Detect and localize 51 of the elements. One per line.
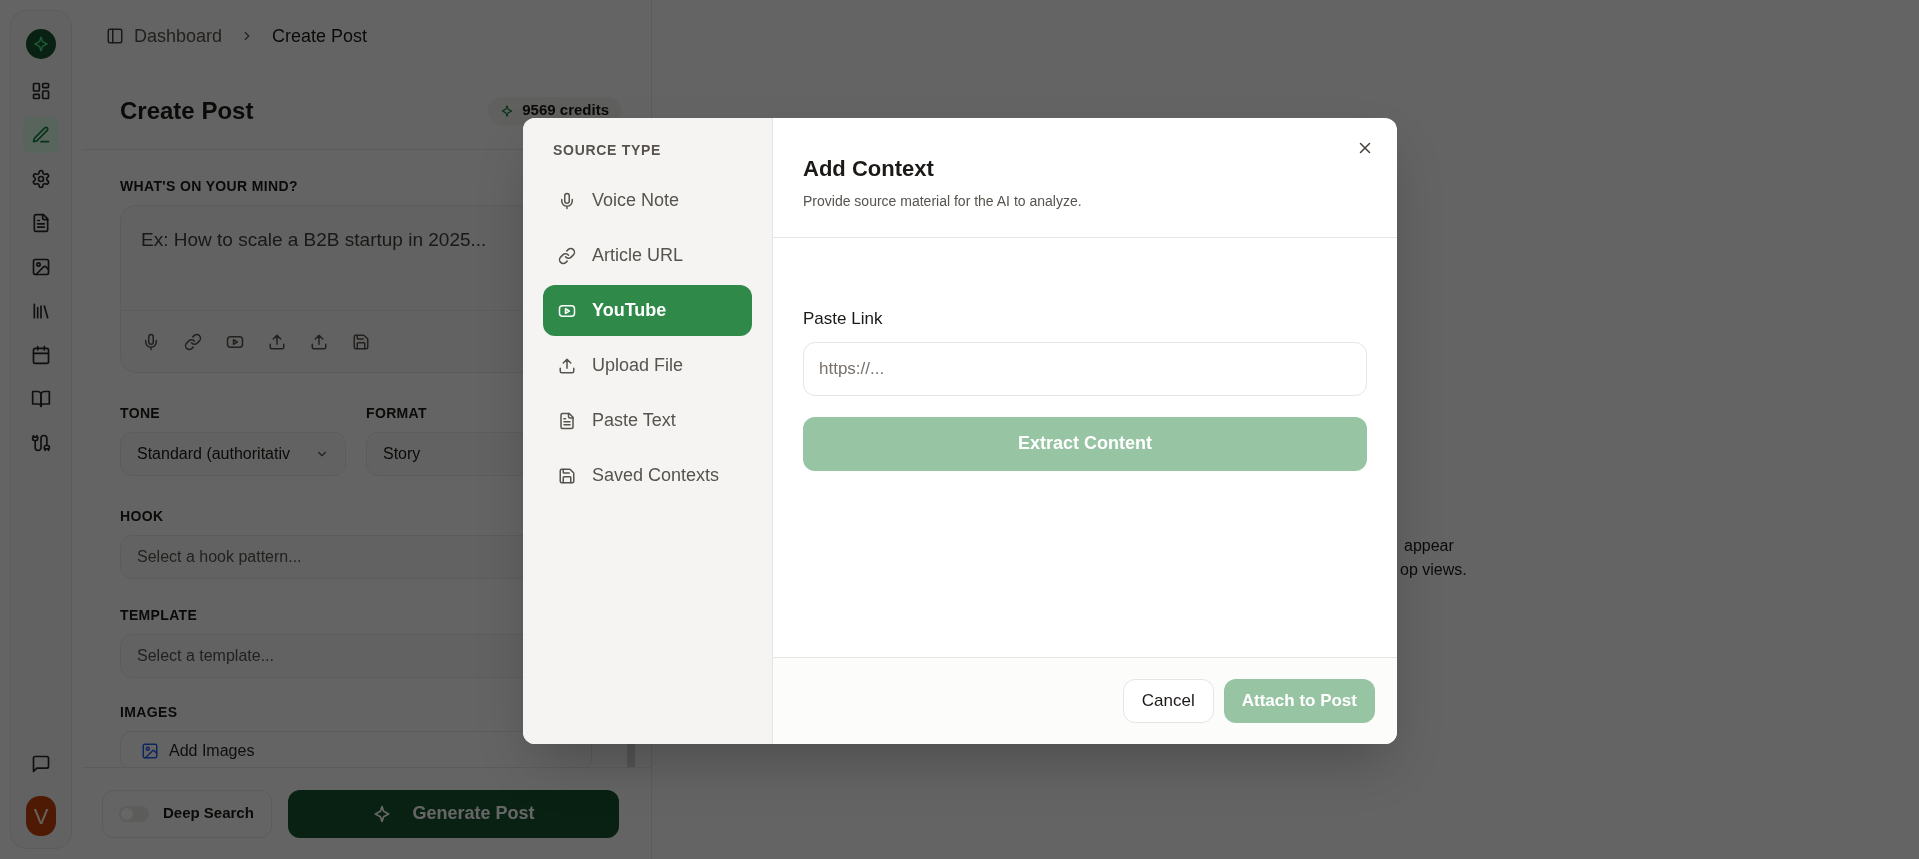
- field-label: TONE: [120, 404, 161, 423]
- field-label: Paste Link: [803, 308, 884, 330]
- save-icon: [558, 466, 576, 485]
- panel-title: Create Post: [120, 95, 254, 126]
- link-input[interactable]: https://...: [803, 341, 1367, 396]
- attach-to-post-button[interactable]: Attach to Post: [1223, 679, 1375, 723]
- field-label: WHAT'S ON YOUR MIND?: [120, 177, 298, 196]
- source-type-heading: SOURCE TYPE: [552, 141, 663, 160]
- credits-text: 9569 credits: [522, 100, 609, 121]
- book-icon: [31, 389, 51, 409]
- upload-icon: [310, 332, 328, 351]
- breadcrumb-current: Create Post: [272, 24, 368, 48]
- chat-icon: [31, 754, 51, 774]
- field-label: FORMAT: [366, 404, 427, 423]
- tone-select[interactable]: Standard (authoritativ: [120, 432, 346, 476]
- calendar-icon: [31, 345, 51, 365]
- settings-icon: [31, 169, 51, 189]
- sidebar-toggle-icon[interactable]: [106, 27, 124, 45]
- cancel-button[interactable]: Cancel: [1122, 679, 1214, 723]
- user-avatar[interactable]: V: [26, 796, 56, 836]
- logo-icon[interactable]: [26, 29, 56, 59]
- extract-content-button[interactable]: Extract Content: [803, 416, 1367, 471]
- preview-hint-text: appear: [1404, 536, 1454, 556]
- pen-icon: [31, 125, 51, 145]
- dashboard-grid-icon: [31, 81, 51, 101]
- image-icon: [141, 742, 159, 760]
- upload-icon: [558, 356, 576, 375]
- image-icon: [31, 257, 51, 277]
- nav-item[interactable]: [23, 117, 59, 153]
- field-label: IMAGES: [120, 703, 178, 722]
- breadcrumb-link[interactable]: Dashboard: [134, 22, 223, 50]
- field-label: HOOK: [120, 507, 164, 526]
- cable-icon: [31, 433, 51, 453]
- microphone-icon: [142, 332, 160, 351]
- generate-post-button[interactable]: Generate Post: [288, 789, 619, 838]
- document-icon: [558, 411, 576, 430]
- link-icon: [558, 246, 576, 265]
- upload-icon: [268, 332, 286, 351]
- source-type-tab[interactable]: YouTube: [543, 285, 752, 336]
- microphone-icon: [558, 191, 576, 210]
- dialog-title: Add Context: [803, 155, 935, 183]
- field-label: TEMPLATE: [120, 606, 198, 625]
- deep-search-toggle[interactable]: Deep Search: [102, 789, 272, 838]
- sparkle-icon: [500, 103, 515, 118]
- preview-hint-text: op views.: [1400, 560, 1467, 580]
- dialog-subtitle: Provide source material for the AI to analyze.: [803, 192, 1083, 211]
- document-icon: [31, 213, 51, 233]
- save-icon: [352, 332, 370, 351]
- link-icon: [184, 332, 202, 351]
- prompt-placeholder: Ex: How to scale a B2B startup in 2025...: [141, 229, 487, 250]
- library-icon: [31, 301, 51, 321]
